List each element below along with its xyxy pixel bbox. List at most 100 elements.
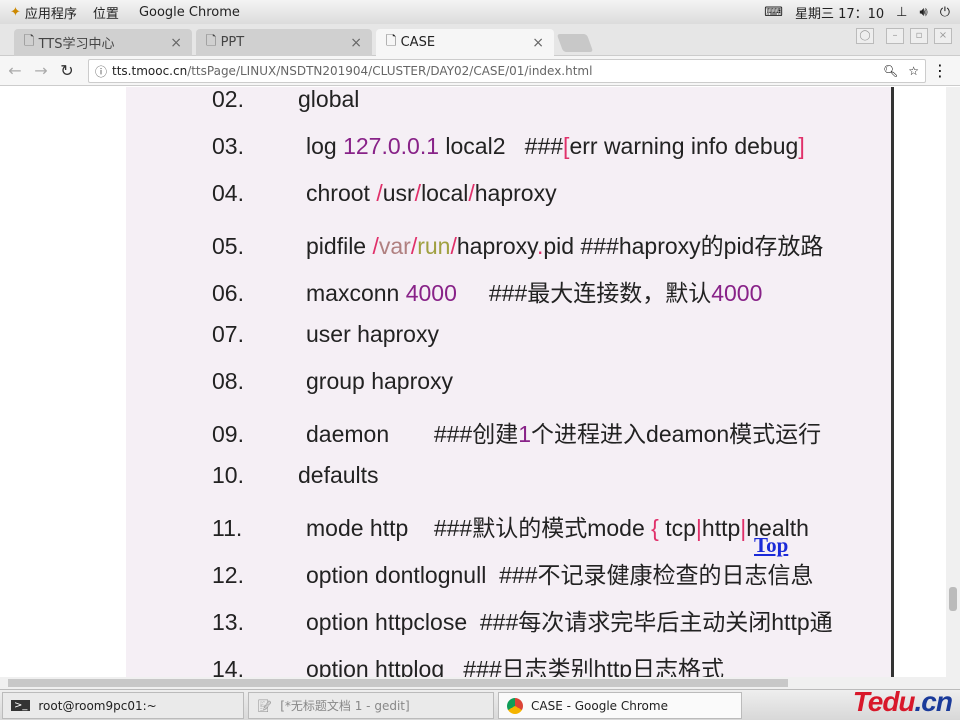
applications-menu[interactable]: 应用程序 — [25, 3, 77, 22]
page-icon: 🗋 — [386, 33, 401, 49]
code-token: chroot — [306, 180, 377, 206]
code-block: 02. global 03. log 127.0.0.1 local2 ###[err… — [126, 87, 894, 677]
code-text: pidfile /var/run/haproxy.pid ###haproxy的… — [306, 233, 823, 259]
zoom-icon[interactable]: 🔍︎ — [883, 64, 898, 78]
code-text: option dontlognull ###不记录健康检查的日志信息 — [306, 562, 813, 588]
code-token: local — [421, 180, 469, 206]
task-label: CASE - Google Chrome — [531, 698, 668, 713]
menu-icon[interactable]: ⋮ — [932, 61, 948, 80]
scroll-thumb[interactable] — [949, 587, 957, 611]
code-token: haproxy — [456, 233, 537, 259]
code-token: ###最大连接数，默认 — [456, 280, 712, 306]
code-token: daemon ###创建 — [306, 421, 519, 447]
code-token: run — [417, 233, 451, 259]
toolbar: ← → ↻ ⓘ tts.tmooc.cn/ttsPage/LINUX/NSDTN… — [0, 56, 960, 86]
code-line: 08. group haproxy — [212, 368, 453, 395]
info-icon[interactable]: ⓘ — [95, 63, 107, 80]
reload-icon[interactable]: ↻ — [56, 61, 78, 80]
code-token: 1 — [518, 421, 532, 447]
close-window-button[interactable]: × — [934, 28, 952, 44]
line-number: 04. — [212, 180, 244, 206]
code-line: 11. mode http ###默认的模式mode { tcp|http|hea… — [212, 509, 809, 543]
code-token: global — [298, 87, 360, 112]
code-text: user haproxy — [306, 321, 439, 347]
code-token: 4000 — [405, 280, 457, 306]
code-token: var — [378, 233, 411, 259]
code-token: usr — [382, 180, 415, 206]
task-terminal[interactable]: >_ root@room9pc01:~ — [2, 692, 244, 719]
forward-icon[interactable]: → — [30, 61, 52, 80]
code-token: option httplog ###日志类别http日志格式 — [306, 656, 725, 677]
volume-icon[interactable]: 🔊︎ — [920, 5, 928, 20]
code-token: option httpclose ###每次请求完毕后主动关闭http通 — [306, 609, 833, 635]
minimize-button[interactable]: – — [886, 28, 904, 44]
code-line: 03. log 127.0.0.1 local2 ###[err warning … — [212, 133, 805, 160]
tab-strip: 🗋 TTS学习中心 × 🗋 PPT × 🗋 CASE × ◯ – ▫ × — [0, 24, 960, 56]
taskbar: >_ root@room9pc01:~ 📝︎ [*无标题文档 1 - gedit] … — [0, 686, 960, 720]
code-token: ] — [798, 133, 805, 159]
new-tab-button[interactable] — [556, 34, 594, 52]
url-path: /ttsPage/LINUX/NSDTN201904/CLUSTER/DAY02… — [187, 64, 593, 78]
text-editor-icon: 📝︎ — [257, 698, 273, 713]
bookmark-star-icon[interactable]: ☆ — [908, 64, 919, 78]
code-token: pidfile — [306, 233, 373, 259]
clock[interactable]: 星期三 17：10 — [795, 3, 884, 22]
terminal-icon: >_ — [11, 700, 31, 711]
code-text: log 127.0.0.1 local2 ###[err warning inf… — [306, 133, 805, 159]
task-label: [*无标题文档 1 - gedit] — [280, 699, 410, 713]
page-icon: 🗋 — [206, 33, 221, 49]
apps-menu-icon[interactable]: ✦ — [10, 5, 21, 20]
code-line: 05. pidfile /var/run/haproxy.pid ###hapro… — [212, 227, 823, 261]
code-text: defaults — [298, 462, 379, 488]
task-label: root@room9pc01:~ — [38, 698, 157, 713]
line-number: 11. — [212, 515, 243, 541]
code-token: 127.0.0.1 — [343, 133, 440, 159]
code-token: haproxy — [474, 180, 557, 206]
line-number: 03. — [212, 133, 244, 159]
tab-case[interactable]: 🗋 CASE × — [376, 29, 554, 56]
horizontal-scrollbar[interactable] — [0, 677, 960, 689]
code-text: maxconn 4000 ###最大连接数，默认4000 — [306, 280, 762, 306]
code-line: 09. daemon ###创建1个进程进入deamon模式运行 — [212, 415, 821, 449]
code-text: global — [298, 87, 359, 112]
tab-tts[interactable]: 🗋 TTS学习中心 × — [14, 29, 192, 56]
task-chrome[interactable]: CASE - Google Chrome — [498, 692, 742, 719]
scroll-thumb[interactable] — [8, 679, 788, 687]
code-text: option httplog ###日志类别http日志格式 — [306, 656, 724, 677]
close-tab-icon[interactable]: × — [350, 35, 362, 51]
tab-ppt[interactable]: 🗋 PPT × — [196, 29, 372, 56]
line-number: 06. — [212, 280, 244, 306]
code-token: 个进程进入deamon模式运行 — [531, 421, 822, 447]
code-token: http — [701, 515, 741, 541]
active-app-name[interactable]: Google Chrome — [139, 5, 240, 20]
close-tab-icon[interactable]: × — [532, 35, 544, 51]
line-number: 14. — [212, 656, 244, 677]
code-text: chroot /usr/local/haproxy — [306, 180, 557, 206]
profile-button[interactable]: ◯ — [856, 28, 874, 44]
code-text: option httpclose ###每次请求完毕后主动关闭http通 — [306, 609, 833, 635]
code-token: 4000 — [711, 280, 763, 306]
tedu-logo: Tedu.cn — [852, 686, 953, 717]
url-host: tts.tmooc.cn — [112, 64, 188, 78]
line-number: 12. — [212, 562, 244, 588]
keyboard-icon[interactable]: ⌨ — [764, 5, 783, 20]
address-bar[interactable]: ⓘ tts.tmooc.cn/ttsPage/LINUX/NSDTN201904… — [88, 59, 926, 83]
tab-title: TTS学习中心 — [38, 37, 115, 52]
code-token: pid ###haproxy的pid存放路 — [543, 233, 824, 259]
close-tab-icon[interactable]: × — [170, 35, 182, 51]
maximize-button[interactable]: ▫ — [910, 28, 928, 44]
task-gedit[interactable]: 📝︎ [*无标题文档 1 - gedit] — [248, 692, 494, 719]
line-number: 13. — [212, 609, 244, 635]
code-line: 07. user haproxy — [212, 321, 439, 348]
network-icon[interactable]: ⊥ — [896, 5, 907, 20]
code-line: 10. defaults — [212, 462, 379, 489]
code-line: 04. chroot /usr/local/haproxy — [212, 180, 557, 207]
vertical-scrollbar[interactable] — [946, 87, 960, 677]
top-link[interactable]: Top — [754, 533, 788, 558]
power-icon[interactable]: ⏻ — [940, 5, 950, 20]
code-token: option dontlognull ###不记录健康检查的日志信息 — [306, 562, 814, 588]
line-number: 08. — [212, 368, 244, 394]
back-icon[interactable]: ← — [4, 61, 26, 80]
places-menu[interactable]: 位置 — [93, 3, 119, 22]
code-token: tcp — [658, 515, 696, 541]
